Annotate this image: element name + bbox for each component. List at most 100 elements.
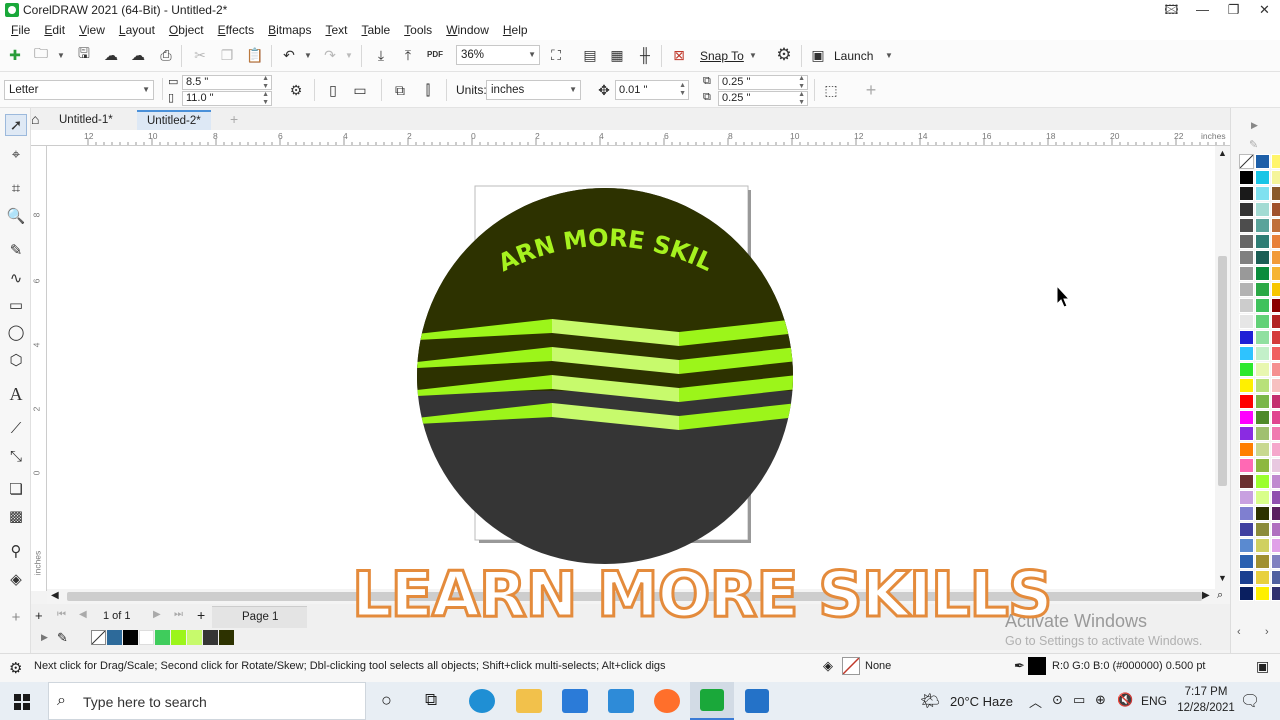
palette-swatch[interactable]: [1239, 346, 1254, 361]
palette-swatch[interactable]: [1239, 522, 1254, 537]
add-tool-icon[interactable]: +: [5, 606, 27, 628]
installer-icon[interactable]: [745, 689, 769, 713]
palette-swatch[interactable]: [1255, 442, 1270, 457]
cloud-upload-icon[interactable]: ☁: [101, 45, 121, 65]
no-color-swatch[interactable]: [91, 630, 106, 645]
palette-swatch[interactable]: [1239, 298, 1254, 313]
copy-icon[interactable]: ❐: [217, 45, 237, 65]
show-hidden-icons-icon[interactable]: ︿: [1029, 692, 1042, 711]
palette-swatch[interactable]: [1239, 394, 1254, 409]
palette-swatch[interactable]: [1239, 282, 1254, 297]
palette-swatch[interactable]: [1271, 522, 1280, 537]
menu-effects[interactable]: Effects: [211, 20, 261, 40]
palette-swatch[interactable]: [1255, 426, 1270, 441]
polygon-tool-icon[interactable]: ⬡: [5, 349, 27, 371]
gear-icon[interactable]: ⚙: [774, 45, 794, 65]
vertical-scroll-thumb[interactable]: [1218, 256, 1227, 486]
edge-browser-icon[interactable]: [469, 689, 495, 713]
palette-swatch[interactable]: [1271, 394, 1280, 409]
gear-icon[interactable]: ⚙: [9, 659, 22, 677]
palette-swatch[interactable]: [1239, 266, 1254, 281]
artistic-media-icon[interactable]: ∿: [5, 267, 27, 289]
drawing-canvas[interactable]: LEARN MORE SKILLS: [47, 146, 1215, 589]
palette-swatch[interactable]: [1255, 250, 1270, 265]
redo-icon[interactable]: ↷: [320, 45, 340, 65]
scroll-right-icon[interactable]: ▶: [1202, 590, 1210, 601]
previous-page-icon[interactable]: ◀: [79, 609, 87, 620]
doc-swatch[interactable]: [139, 630, 154, 645]
eyedropper-icon[interactable]: ✎: [57, 630, 68, 646]
current-page-size-icon[interactable]: ⫿: [418, 80, 438, 100]
palette-swatch[interactable]: [1239, 250, 1254, 265]
firefox-icon[interactable]: [654, 689, 680, 713]
add-page-before-icon[interactable]: +: [35, 608, 43, 623]
palette-swatch[interactable]: [1239, 506, 1254, 521]
zoom-navigator-icon[interactable]: ⌕: [1217, 589, 1223, 602]
menu-object[interactable]: Object: [162, 20, 211, 40]
launch-icon[interactable]: ▣: [808, 45, 828, 65]
units-select[interactable]: inches ▼: [486, 80, 581, 100]
last-page-icon[interactable]: ⏭: [174, 609, 183, 620]
tab-untitled-2[interactable]: Untitled-2*: [137, 110, 211, 130]
palette-swatch[interactable]: [1271, 426, 1280, 441]
coreldraw-taskbar-button[interactable]: [690, 682, 734, 720]
duplicate-distance-y-input[interactable]: 0.25 " ▲ ▼: [718, 91, 808, 106]
close-button[interactable]: ✕: [1249, 0, 1280, 20]
tab-untitled-1[interactable]: Untitled-1*: [49, 110, 123, 130]
palette-swatch[interactable]: [1271, 202, 1280, 217]
snap-to-button[interactable]: Snap To: [700, 49, 744, 63]
battery-icon[interactable]: ▭: [1073, 692, 1085, 708]
all-pages-size-icon[interactable]: ⧉: [390, 80, 410, 100]
doc-swatch[interactable]: [187, 630, 202, 645]
pick-tool-icon[interactable]: ➚: [5, 114, 27, 136]
palette-swatch[interactable]: [1255, 554, 1270, 569]
palette-swatch[interactable]: [1255, 586, 1270, 601]
palette-swatch[interactable]: [1255, 474, 1270, 489]
palette-swatch[interactable]: [1271, 458, 1280, 473]
palette-swatch[interactable]: [1239, 186, 1254, 201]
profile-icon[interactable]: 🖾: [1156, 0, 1187, 20]
outline-pen-icon[interactable]: ✒: [1014, 658, 1025, 674]
palette-swatch[interactable]: [1255, 394, 1270, 409]
palette-swatch[interactable]: [1271, 490, 1280, 505]
fill-none-swatch[interactable]: [842, 657, 860, 675]
undo-icon[interactable]: ↶: [279, 45, 299, 65]
status-panel-icon[interactable]: ▣: [1256, 658, 1269, 675]
parallel-dimension-icon[interactable]: ⟋: [5, 417, 27, 439]
palette-swatch[interactable]: [1255, 378, 1270, 393]
palette-swatch[interactable]: [1255, 282, 1270, 297]
palette-swatch[interactable]: [1255, 506, 1270, 521]
palette-swatch[interactable]: [1271, 314, 1280, 329]
import-icon[interactable]: ⤓: [371, 45, 391, 65]
outline-color-swatch[interactable]: [1028, 657, 1046, 675]
full-screen-preview-icon[interactable]: ⛶: [546, 45, 566, 65]
landscape-icon[interactable]: ▭: [350, 80, 370, 100]
palette-swatch[interactable]: [1255, 538, 1270, 553]
shape-tool-icon[interactable]: ⌖: [5, 143, 27, 165]
palette-swatch[interactable]: [1255, 218, 1270, 233]
ellipse-tool-icon[interactable]: ◯: [5, 321, 27, 343]
export-icon[interactable]: ⤒: [398, 45, 418, 65]
palette-swatch[interactable]: [1271, 586, 1280, 601]
eyedropper-tool-icon[interactable]: ⚲: [5, 540, 27, 562]
open-folder-icon[interactable]: 🗀: [31, 45, 51, 65]
open-dropdown-icon[interactable]: ▼: [57, 51, 65, 60]
palette-swatch[interactable]: [1255, 522, 1270, 537]
palette-swatch[interactable]: [1255, 330, 1270, 345]
palette-scroll-right-icon[interactable]: ›: [1265, 626, 1269, 638]
cut-icon[interactable]: ✂: [190, 45, 210, 65]
menu-bitmaps[interactable]: Bitmaps: [261, 20, 318, 40]
volume-muted-icon[interactable]: 🔇: [1117, 692, 1133, 708]
mail-icon[interactable]: [608, 689, 634, 713]
palette-swatch[interactable]: [1271, 154, 1280, 169]
menu-window[interactable]: Window: [439, 20, 496, 40]
palette-swatch[interactable]: [1239, 426, 1254, 441]
minimize-button[interactable]: —: [1187, 0, 1218, 20]
next-page-icon[interactable]: ▶: [153, 609, 161, 620]
taskbar-search-box[interactable]: ⌕ Type here to search: [48, 682, 366, 720]
palette-swatch[interactable]: [1271, 250, 1280, 265]
crop-tool-icon[interactable]: ⌗: [5, 177, 27, 199]
palette-swatch[interactable]: [1255, 314, 1270, 329]
palette-swatch[interactable]: [1239, 474, 1254, 489]
network-icon[interactable]: ⊕: [1095, 692, 1106, 708]
